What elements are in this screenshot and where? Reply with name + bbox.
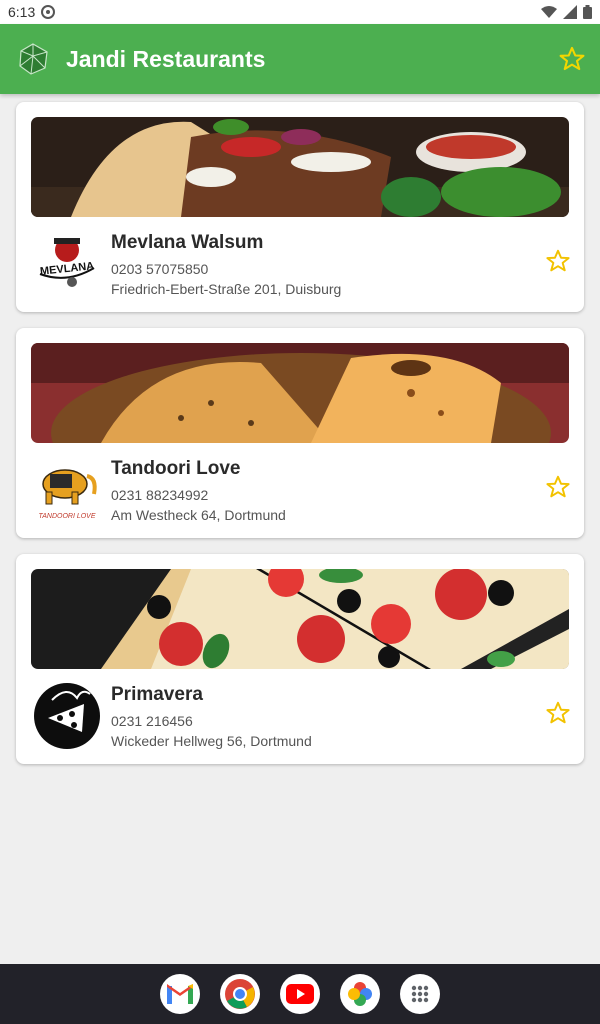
restaurant-info: Tandoori Love 0231 88234992 Am Westheck … [111, 458, 286, 525]
favorite-star-icon[interactable] [545, 474, 571, 500]
battery-icon [583, 5, 592, 19]
restaurant-info: Mevlana Walsum 0203 57075850 Friedrich-E… [111, 232, 341, 299]
restaurant-phone: 0231 216456 [111, 713, 193, 729]
restaurant-address: Friedrich-Ebert-Straße 201, Duisburg [111, 281, 342, 297]
chrome-icon[interactable] [220, 974, 260, 1014]
signal-icon [563, 5, 577, 19]
restaurant-logo: TANDOORI LOVE [38, 469, 97, 520]
restaurant-name: Mevlana Walsum [111, 232, 264, 253]
restaurant-logo-text: TANDOORI LOVE [38, 513, 95, 520]
status-time: 6:13 [8, 4, 36, 20]
restaurant-phone: 0203 57075850 [111, 261, 209, 277]
status-bar: 6:13 [0, 0, 600, 24]
settings-icon [41, 5, 56, 19]
restaurant-address: Wickeder Hellweg 56, Dortmund [111, 733, 312, 749]
restaurant-logo-text: MEVLANA [39, 260, 94, 278]
app-title: Jandi Restaurants [66, 45, 266, 72]
favorite-star-icon[interactable] [545, 700, 571, 726]
restaurant-logo: MEVLANA [39, 238, 95, 287]
restaurant-list: MEVLANA Mevlana Walsum 0203 57075850 Fri… [16, 102, 584, 780]
restaurant-address: Am Westheck 64, Dortmund [111, 507, 286, 523]
photos-icon[interactable] [340, 974, 380, 1014]
restaurant-info: Primavera 0231 216456 Wickeder Hellweg 5… [111, 684, 312, 751]
pizza-photo [31, 569, 569, 669]
restaurant-card[interactable]: Primavera 0231 216456 Wickeder Hellweg 5… [16, 554, 584, 764]
favorite-star-icon[interactable] [545, 248, 571, 274]
naan-bread-photo [31, 343, 569, 443]
restaurant-phone: 0231 88234992 [111, 487, 209, 503]
restaurant-name: Primavera [111, 684, 203, 705]
restaurant-logo [34, 683, 100, 749]
restaurant-card[interactable]: TANDOORI LOVE Tandoori Love 0231 8823499… [16, 328, 584, 538]
gmail-icon[interactable] [160, 974, 200, 1014]
gem-logo-icon [19, 43, 48, 75]
navigation-dock [0, 964, 600, 1024]
wifi-icon [541, 6, 557, 18]
app-drawer-icon[interactable] [400, 974, 440, 1014]
restaurant-card[interactable]: MEVLANA Mevlana Walsum 0203 57075850 Fri… [16, 102, 584, 312]
app-bar: Jandi Restaurants [0, 24, 600, 94]
restaurant-name: Tandoori Love [111, 458, 241, 479]
youtube-icon[interactable] [280, 974, 320, 1014]
star-outline-icon[interactable] [558, 45, 586, 73]
doner-kebab-photo [31, 117, 569, 217]
